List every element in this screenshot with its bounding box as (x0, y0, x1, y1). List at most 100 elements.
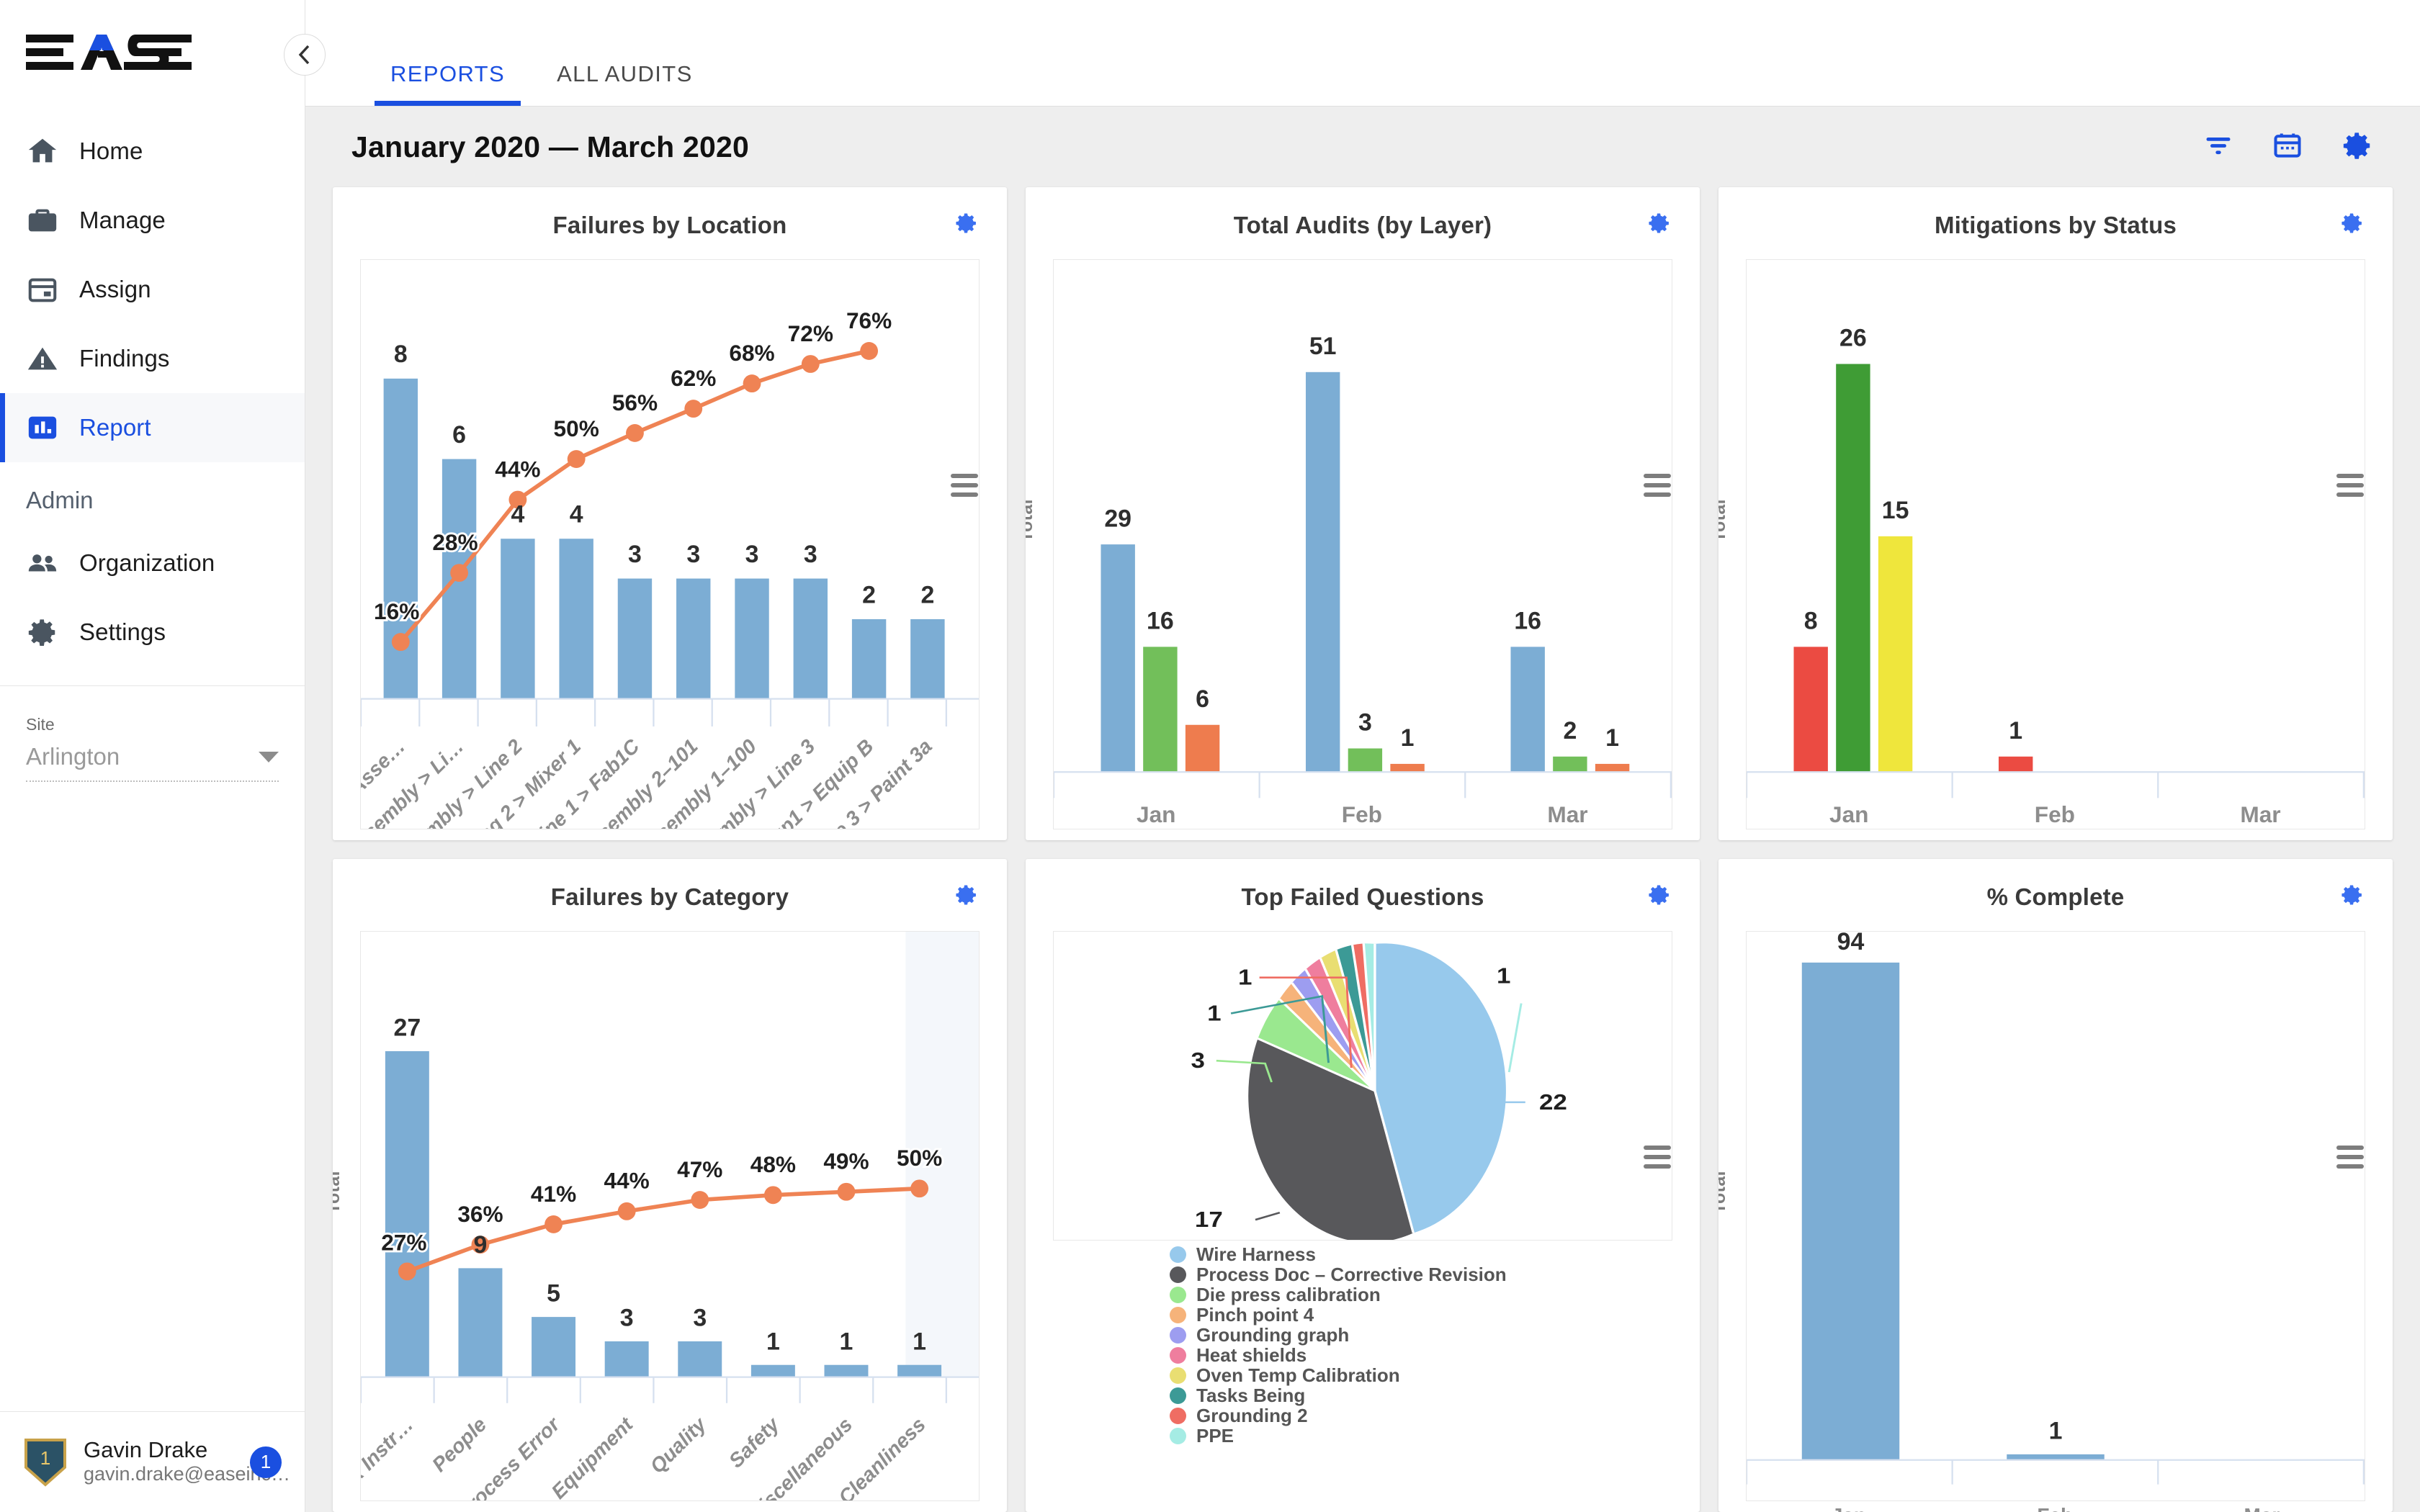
card-title: Mitigations by Status (1934, 212, 2177, 238)
legend-item[interactable]: PPE (1170, 1425, 1700, 1446)
svg-text:1: 1 (766, 1328, 780, 1355)
sidebar-item-label: Manage (79, 207, 166, 233)
legend-swatch (1170, 1428, 1186, 1444)
filter-icon[interactable] (2202, 130, 2234, 165)
people-icon (26, 546, 66, 580)
card-title: % Complete (1986, 883, 2125, 910)
svg-text:50%: 50% (554, 415, 599, 441)
user-bar[interactable]: 1 Gavin Drake gavin.drake@easeinc… 1 (0, 1411, 305, 1512)
legend-item[interactable]: Process Doc – Corrective Revision (1170, 1264, 1700, 1285)
svg-text:15: 15 (1882, 497, 1909, 524)
legend-item[interactable]: Pinch point 4 (1170, 1304, 1700, 1326)
pareto-chart-location: 8 6 4 4 3 3 3 3 2 2 16% 28% 44% 50% 56% 62% 68% 7… (361, 305, 979, 829)
sidebar-item-home[interactable]: Home (0, 117, 305, 186)
svg-text:16: 16 (1514, 608, 1541, 635)
tab-reports[interactable]: REPORTS (375, 61, 521, 106)
svg-text:6: 6 (1196, 685, 1209, 713)
legend-swatch (1170, 1367, 1186, 1384)
svg-text:47%: 47% (677, 1156, 722, 1182)
pie-value-label: 1 (1207, 1000, 1221, 1025)
svg-text:1: 1 (1401, 724, 1415, 752)
gear-icon[interactable] (2339, 882, 2365, 912)
svg-text:3: 3 (628, 541, 642, 568)
svg-text:50%: 50% (897, 1145, 942, 1171)
legend-swatch (1170, 1266, 1186, 1283)
gear-icon[interactable] (954, 210, 980, 240)
svg-text:28%: 28% (432, 529, 478, 555)
gear-icon[interactable] (2339, 210, 2365, 240)
svg-text:16%: 16% (374, 598, 419, 624)
site-label: Site (26, 715, 55, 734)
gear-icon[interactable] (2341, 129, 2374, 166)
tab-all-audits[interactable]: ALL AUDITS (541, 61, 709, 106)
gear-icon[interactable] (954, 882, 980, 912)
x-tick: Jan (1137, 801, 1175, 827)
svg-text:3: 3 (693, 1305, 707, 1332)
sidebar-item-organization[interactable]: Organization (0, 528, 305, 598)
sidebar: Home Manage Assign Findings Report Admin… (0, 0, 326, 1512)
card-title: Top Failed Questions (1241, 883, 1484, 910)
x-tick: Feb (2035, 801, 2075, 827)
card-title: Failures by Location (552, 212, 787, 238)
card-failures-by-category: Failures by Category Total Percentage (%… (333, 859, 1007, 1512)
x-tick: Feb (2037, 1504, 2073, 1512)
pareto-chart-category: 27 9 5 3 3 1 1 1 27% 36% 41% 44% 47% 48% 49% 50% (361, 932, 979, 1500)
legend-item[interactable]: Tasks Being (1170, 1385, 1700, 1406)
svg-text:27%: 27% (381, 1230, 426, 1256)
svg-text:29: 29 (1104, 505, 1131, 532)
sidebar-item-label: Settings (79, 618, 166, 645)
grouped-bar-chart-audits: 29166 5131 162 1 Jan Feb Mar (1054, 333, 1672, 827)
user-info: Gavin Drake gavin.drake@easeinc… (84, 1437, 290, 1487)
svg-text:2: 2 (920, 581, 934, 608)
pie-value-label: 1 (1238, 965, 1252, 990)
calendar-icon[interactable] (2272, 130, 2303, 165)
sidebar-item-settings[interactable]: Settings (0, 598, 305, 667)
chart-plot-area: Total 94 1 (1718, 931, 2365, 1502)
legend-swatch (1170, 1287, 1186, 1303)
svg-text:56%: 56% (612, 390, 658, 415)
header-actions (2202, 129, 2374, 166)
sidebar-item-findings[interactable]: Findings (0, 324, 305, 393)
legend-item[interactable]: Die press calibration (1170, 1284, 1700, 1305)
x-tick: Mar (2240, 801, 2280, 827)
card-total-audits: Total Audits (by Layer) Total 29 16 6 51… (1026, 187, 1700, 840)
tab-bar: REPORTS ALL AUDITS (305, 0, 2420, 107)
chart-legend: Wire Harness Process Doc – Corrective Re… (1026, 1241, 1700, 1446)
gear-icon[interactable] (1646, 882, 1672, 912)
notification-badge[interactable]: 1 (250, 1446, 282, 1478)
svg-text:2: 2 (1563, 717, 1577, 744)
svg-text:3: 3 (686, 541, 700, 568)
legend-swatch (1170, 1307, 1186, 1323)
legend-label: Process Doc – Corrective Revision (1196, 1264, 1507, 1285)
legend-label: Die press calibration (1196, 1284, 1381, 1305)
sidebar-item-manage[interactable]: Manage (0, 186, 305, 255)
x-tick: Jan (1832, 1504, 1866, 1512)
svg-text:9: 9 (474, 1231, 488, 1259)
legend-item[interactable]: Wire Harness (1170, 1243, 1700, 1265)
sidebar-collapse-button[interactable] (284, 34, 326, 76)
sidebar-item-label: Organization (79, 549, 215, 576)
legend-label: Pinch point 4 (1196, 1304, 1314, 1326)
x-tick: Safety (724, 1412, 784, 1472)
y-axis-title: Total (1026, 498, 1036, 542)
legend-item[interactable]: Oven Temp Calibration (1170, 1364, 1700, 1386)
card-failures-by-location: Failures by Location Total Failures Perc… (333, 187, 1007, 840)
bar-chart-icon (26, 411, 66, 444)
svg-text:27: 27 (394, 1014, 421, 1042)
legend-item[interactable]: Heat shields (1170, 1344, 1700, 1366)
legend-label: Grounding graph (1196, 1324, 1350, 1346)
gear-icon[interactable] (1646, 210, 1672, 240)
svg-text:8: 8 (1804, 608, 1818, 635)
legend-item[interactable]: Grounding graph (1170, 1324, 1700, 1346)
card-percent-complete: % Complete Total 94 1 (1718, 859, 2393, 1512)
svg-text:26: 26 (1839, 325, 1867, 352)
sidebar-item-assign[interactable]: Assign (0, 255, 305, 324)
svg-text:72%: 72% (788, 320, 833, 346)
site-selector[interactable]: Site Arlington (0, 686, 305, 782)
svg-text:1: 1 (840, 1328, 853, 1355)
chart-plot-area: 22 17 3 1 1 1 (1053, 931, 1672, 1241)
legend-item[interactable]: Grounding 2 (1170, 1405, 1700, 1426)
card-title: Total Audits (by Layer) (1233, 212, 1492, 238)
sidebar-item-report[interactable]: Report (0, 393, 305, 462)
svg-text:2: 2 (862, 581, 876, 608)
